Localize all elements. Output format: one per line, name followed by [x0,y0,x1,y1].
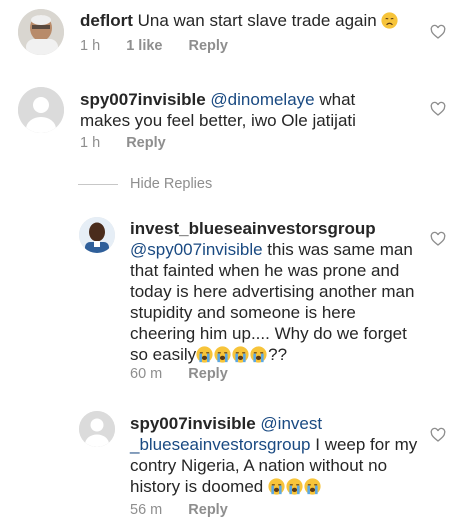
hide-replies-label[interactable]: Hide Replies [130,176,212,192]
like-count[interactable]: 1 like [126,38,162,54]
avatar[interactable] [79,217,115,253]
reply-time: 56 m [130,502,163,518]
heart-outline-icon[interactable] [430,101,446,117]
avatar[interactable] [18,87,64,133]
loudly-crying-face-icon [214,346,231,363]
reply-button[interactable]: Reply [188,502,228,518]
reply-text: invest_blueseainvestorsgroup @spy007invi… [130,218,420,365]
comment-meta: 1 h Reply [80,135,188,151]
reply-username[interactable]: spy007invisible [130,414,256,433]
reply-button[interactable]: Reply [126,135,166,151]
heart-outline-icon[interactable] [430,231,446,247]
comment-message: Una wan start slave trade again [137,11,377,30]
loudly-crying-face-icon [232,346,249,363]
comment-username[interactable]: deflort [80,11,133,30]
comment-meta: 1 h 1 like Reply [80,38,250,54]
disappointed-face-icon [381,12,399,29]
loudly-crying-face-icon [268,478,285,495]
loudly-crying-face-icon [304,478,321,495]
comment-time: 1 h [80,135,101,151]
user-photo-icon [79,217,115,253]
default-avatar-icon [79,411,115,447]
comment-text: deflort Una wan start slave trade again [80,10,410,31]
loudly-crying-face-icon [286,478,303,495]
loudly-crying-face-icon [196,346,213,363]
reply-meta: 60 m Reply [130,366,250,382]
reply-meta: 56 m Reply [130,502,250,518]
comment-time: 1 h [80,38,101,54]
reply-suffix: ?? [268,345,288,364]
avatar[interactable] [79,411,115,447]
loudly-crying-face-icon [250,346,267,363]
mention-link[interactable]: @spy007invisible [130,240,263,259]
reply-text: spy007invisible @invest _blueseainvestor… [130,413,420,497]
comment-username[interactable]: spy007invisible [80,90,206,109]
user-photo-icon [18,9,64,55]
reply-time: 60 m [130,366,163,382]
reply-button[interactable]: Reply [188,366,228,382]
heart-outline-icon[interactable] [430,427,446,443]
default-avatar-icon [18,87,64,133]
reply-username[interactable]: invest_blueseainvestorsgroup [130,219,376,238]
mention-link[interactable]: @dinomelaye [210,90,314,109]
reply-button[interactable]: Reply [189,38,229,54]
comment-text: spy007invisible @dinomelaye what makes y… [80,89,410,131]
heart-outline-icon[interactable] [430,24,446,40]
divider-line [78,184,118,185]
avatar[interactable] [18,9,64,55]
